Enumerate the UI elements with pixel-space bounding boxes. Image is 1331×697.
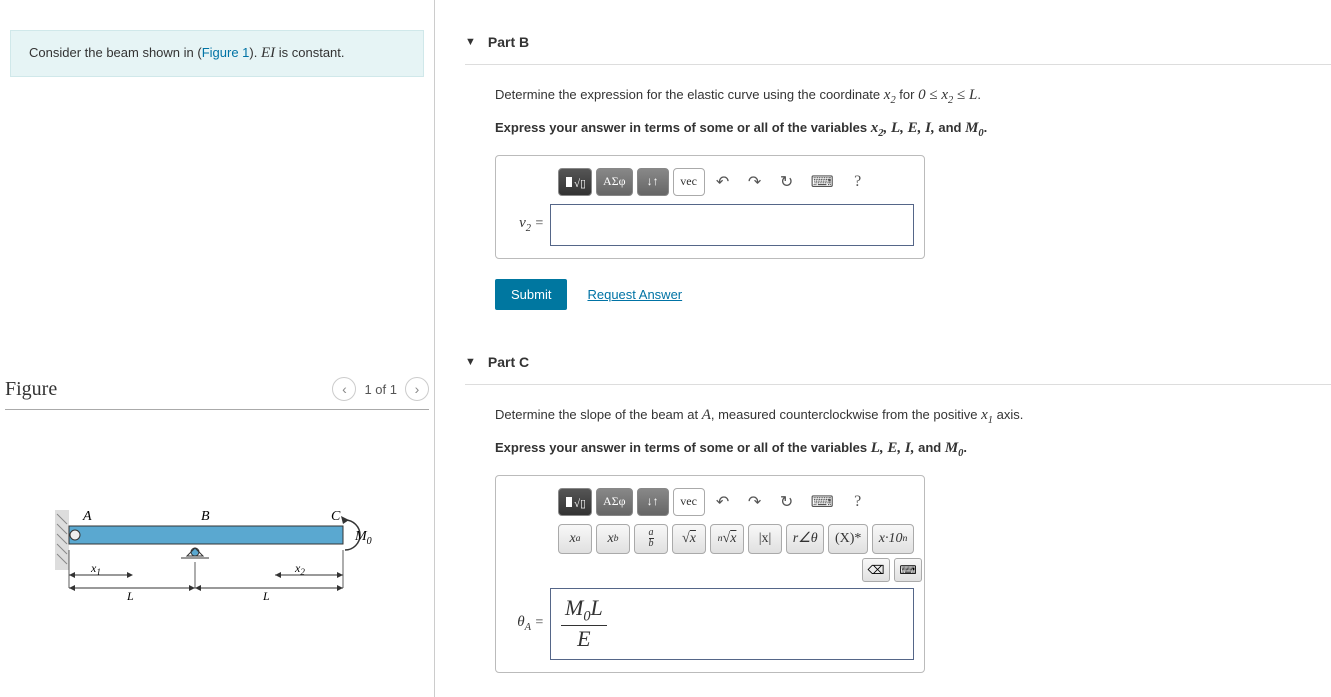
backspace-button[interactable]: ⌫ [862,558,890,582]
part-b-body: Determine the expression for the elastic… [465,65,1331,310]
request-answer-link[interactable]: Request Answer [587,287,682,302]
part-b-answer-box: √▯ ΑΣφ ↓↑ vec ↶ ↷ ↻ ⌨ ? v2 = [495,155,925,259]
redo-button[interactable]: ↷ [741,488,769,516]
figure-nav: ‹ 1 of 1 › [332,377,429,401]
conjugate-button[interactable]: (X)* [828,524,868,554]
submit-button[interactable]: Submit [495,279,567,310]
svg-text:L: L [126,589,134,603]
part-c-answer-label: θA = [506,614,550,633]
sqrt-button[interactable]: √x [672,524,706,554]
part-b-instruction: Express your answer in terms of some or … [495,120,1331,139]
part-b-toolbar: √▯ ΑΣφ ↓↑ vec ↶ ↷ ↻ ⌨ ? [558,168,914,196]
nthroot-button[interactable]: n√x [710,524,744,554]
part-b-question: Determine the expression for the elastic… [495,83,1331,110]
figure-pager: 1 of 1 [364,382,397,397]
collapse-icon: ▼ [465,356,476,368]
vec-button[interactable]: vec [673,488,705,516]
part-c-instruction: Express your answer in terms of some or … [495,440,1331,459]
greek-button[interactable]: ΑΣφ [596,488,633,516]
part-c-header[interactable]: ▼ Part C [465,340,1331,385]
sort-button[interactable]: ↓↑ [637,488,669,516]
part-c-subtoolbar: xa xb ab √x n√x |x| r∠θ (X)* x·10n [558,524,914,554]
sort-button[interactable]: ↓↑ [637,168,669,196]
part-c-question: Determine the slope of the beam at A, me… [495,403,1331,430]
undo-button[interactable]: ↶ [709,168,737,196]
greek-button[interactable]: ΑΣφ [596,168,633,196]
svg-text:√▯: √▯ [574,498,585,510]
vec-button[interactable]: vec [673,168,705,196]
part-c-title: Part C [488,354,529,370]
svg-text:C: C [331,510,341,524]
figure-prev-button[interactable]: ‹ [332,377,356,401]
subscript-button[interactable]: xb [596,524,630,554]
polar-button[interactable]: r∠θ [786,524,824,554]
figure-next-button[interactable]: › [405,377,429,401]
undo-button[interactable]: ↶ [709,488,737,516]
part-c-toolbar: √▯ ΑΣφ ↓↑ vec ↶ ↷ ↻ ⌨ ? [558,488,914,516]
templates-button[interactable]: √▯ [558,488,592,516]
part-c-body: Determine the slope of the beam at A, me… [465,385,1331,673]
scientific-button[interactable]: x·10n [872,524,914,554]
figure-link[interactable]: Figure 1 [202,45,250,60]
svg-text:A: A [82,510,92,524]
right-panel: ▼ Part B Determine the expression for th… [435,0,1331,697]
ei-var: EI [261,45,275,61]
fraction-button[interactable]: ab [634,524,668,554]
collapse-icon: ▼ [465,36,476,48]
help-button[interactable]: ? [844,488,872,516]
figure-image: A B C M0 x1 x2 [5,510,429,623]
part-c-answer-input[interactable]: M0L E [550,588,914,660]
part-b-answer-label: v2 = [506,215,550,234]
svg-text:B: B [201,510,210,524]
figure-section: Figure ‹ 1 of 1 › [0,377,434,623]
svg-text:L: L [262,589,270,603]
keyboard-button[interactable]: ⌨ [894,558,922,582]
svg-text:x1: x1 [90,561,101,577]
part-b-title: Part B [488,34,529,50]
superscript-button[interactable]: xa [558,524,592,554]
reset-button[interactable]: ↻ [773,488,801,516]
svg-text:√▯: √▯ [574,178,585,190]
figure-title: Figure [5,378,57,401]
left-panel: Consider the beam shown in (Figure 1). E… [0,0,435,697]
redo-button[interactable]: ↷ [741,168,769,196]
help-button[interactable]: ? [844,168,872,196]
problem-intro: Consider the beam shown in (Figure 1). E… [10,30,424,77]
intro-text: Consider the beam shown in ( [29,45,202,60]
keyboard-button[interactable]: ⌨ [805,168,840,196]
abs-button[interactable]: |x| [748,524,782,554]
keyboard-button[interactable]: ⌨ [805,488,840,516]
part-b-answer-input[interactable] [550,204,914,246]
reset-button[interactable]: ↻ [773,168,801,196]
svg-text:x2: x2 [294,561,305,577]
templates-button[interactable]: √▯ [558,168,592,196]
part-c-answer-box: √▯ ΑΣφ ↓↑ vec ↶ ↷ ↻ ⌨ ? xa xb ab √x n√x … [495,475,925,673]
part-b-header[interactable]: ▼ Part B [465,20,1331,65]
